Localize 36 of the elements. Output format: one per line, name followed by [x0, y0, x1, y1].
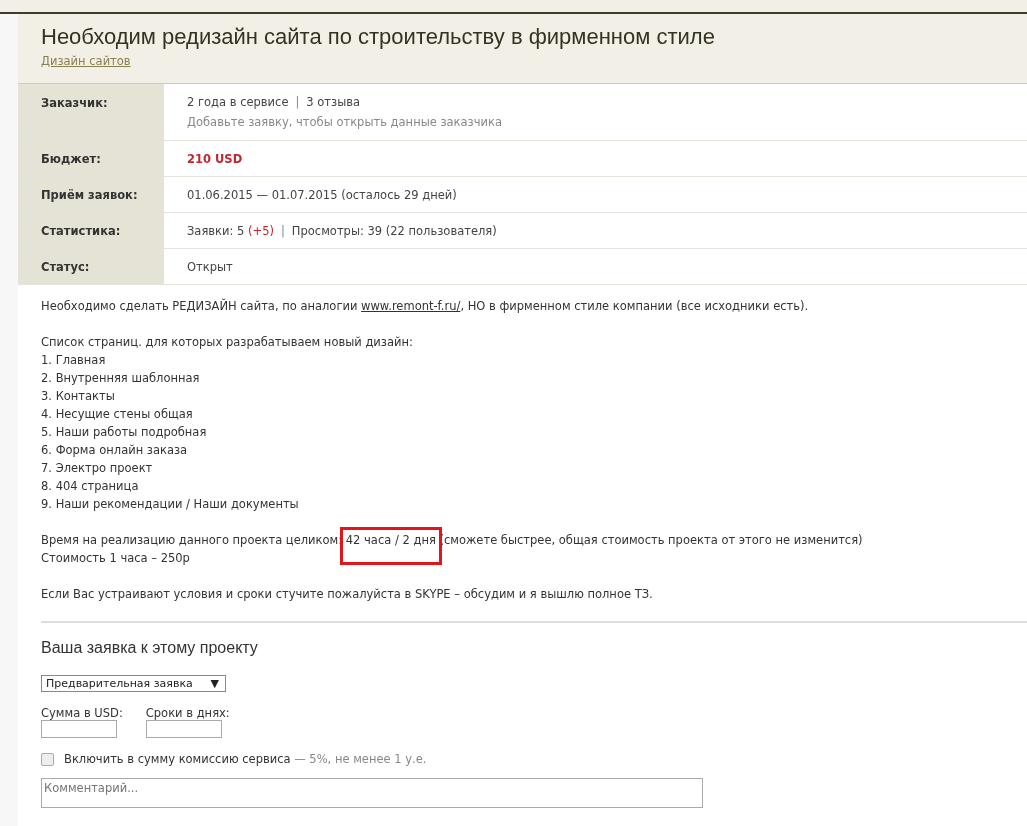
bid-type-select[interactable]: Предварительная заявка ▼ — [41, 675, 226, 692]
detail-value: Открыт — [187, 259, 233, 274]
customer-stats: 2 года в сервисе | 3 отзыва — [187, 95, 362, 109]
page-list-item: 5. Наши работы подробная — [41, 424, 208, 441]
hour-rate: Стоимость 1 часа – 250р — [41, 551, 190, 565]
page-list-item: 2. Внутренняя шаблонная — [41, 370, 201, 387]
detail-label: Заказчик: — [18, 84, 164, 140]
page-list-item: 4. Несущие стены общая — [41, 406, 194, 423]
list-title: Список страниц. для которых разрабатываем новый дизайн: — [41, 334, 414, 351]
customer-note: Добавьте заявку, чтобы открыть данные заказчика — [187, 115, 502, 129]
days-input[interactable] — [145, 720, 222, 738]
amount-label: Сумма в USD: — [41, 706, 123, 720]
budget-value: 210 USD — [187, 151, 243, 166]
page-list-item: 1. Главная — [41, 352, 107, 369]
page-list-item: 3. Контакты — [41, 388, 116, 405]
detail-label: Бюджет: — [18, 141, 164, 176]
stats-value: Заявки: 5 (+5) | Просмотры: 39 (22 пользователя) — [187, 223, 497, 238]
description-intro: Необходимо сделать РЕДИЗАЙН сайта, по аналогии www.remont-f.ru/, НО в фирменном стиле компании (все исходники есть). — [41, 297, 810, 315]
detail-label: Статус: — [18, 249, 164, 284]
commission-checkbox[interactable] — [41, 752, 54, 766]
detail-value: 01.06.2015 — 01.07.2015 (осталось 29 дней) — [187, 187, 457, 202]
page-list-item: 6. Форма онлайн заказа — [41, 442, 189, 459]
page-list-item: 9. Наши рекомендации / Наши документы — [41, 496, 300, 513]
site-link[interactable]: www.remont-f.ru/ — [361, 299, 461, 313]
contact-note: Если Вас устраивают условия и сроки стучите пожалуйста в SKYPE – обсудим и я вышлю полное ТЗ. — [41, 587, 653, 601]
detail-label: Приём заявок: — [18, 177, 164, 212]
detail-label: Статистика: — [18, 213, 164, 248]
amount-input[interactable] — [41, 720, 117, 738]
project-title: Необходим редизайн сайта по строительству в фирменном стиле — [41, 24, 716, 50]
page-list-item: 7. Электро проект — [41, 460, 154, 477]
comment-field[interactable]: Комментарий... — [41, 778, 703, 808]
category-link[interactable]: Дизайн сайтов — [41, 54, 131, 68]
days-label: Сроки в днях: — [145, 706, 230, 720]
page-list-item: 8. 404 страница — [41, 478, 140, 495]
bid-heading: Ваша заявка к этому проекту — [41, 639, 259, 657]
commission-label: Включить в сумму комиссию сервиса — 5%, не менее 1 у.е. — [64, 752, 427, 766]
